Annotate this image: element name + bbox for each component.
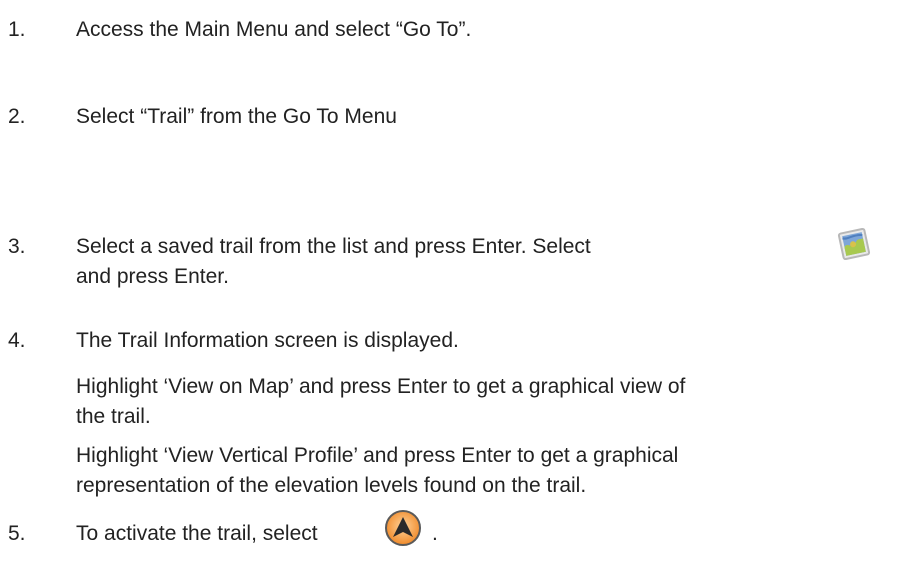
step-1-text: Access the Main Menu and select “Go To”. (76, 18, 472, 41)
map-view-icon (834, 224, 874, 264)
step-4-para2-line2: representation of the elevation levels f… (76, 474, 587, 497)
step-4-text: The Trail Information screen is displaye… (76, 329, 459, 352)
step-4-para1-line2: the trail. (76, 405, 151, 428)
step-5-text: To activate the trail, select (76, 522, 318, 545)
step-4-para1-line1: Highlight ‘View on Map’ and press Enter … (76, 375, 686, 398)
step-3-text-line1: Select a saved trail from the list and p… (76, 235, 591, 258)
step-5-suffix: . (432, 522, 438, 545)
step-1-number: 1. (8, 18, 26, 41)
navigate-arrow-icon (383, 508, 423, 548)
step-4-number: 4. (8, 329, 26, 352)
step-2-text: Select “Trail” from the Go To Menu (76, 105, 397, 128)
step-5-number: 5. (8, 522, 26, 545)
step-2-number: 2. (8, 105, 26, 128)
step-3-number: 3. (8, 235, 26, 258)
step-3-text-line2: and press Enter. (76, 265, 229, 288)
step-4-para2-line1: Highlight ‘View Vertical Profile’ and pr… (76, 444, 679, 467)
